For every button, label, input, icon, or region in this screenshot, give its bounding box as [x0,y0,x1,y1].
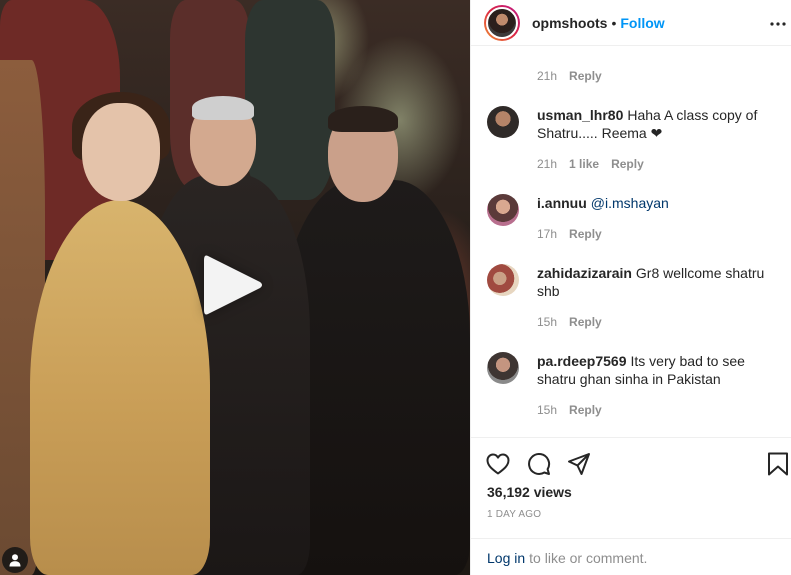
login-prompt: Log in to like or comment. [471,538,791,575]
comment-meta: 21h 1 like Reply [537,157,656,171]
save-button[interactable] [765,451,791,477]
comment-body: zahidazizarain Gr8 wellcome shatru shb [537,264,782,300]
comment-meta: 15h Reply [537,403,614,417]
reply-button[interactable]: Reply [611,157,644,171]
commenter-avatar[interactable] [487,194,519,226]
background-person [245,0,335,200]
comment-mention[interactable]: @i.mshayan [591,195,669,211]
comment-likes[interactable]: 1 like [569,157,599,171]
post-timestamp: 1 DAY AGO [487,509,542,520]
commenter-username[interactable]: usman_lhr80 [537,107,623,123]
reply-button[interactable]: Reply [569,403,602,417]
commenter-username[interactable]: pa.rdeep7569 [537,353,627,369]
comment-body: i.annuu @i.mshayan [537,194,782,212]
comment-time: 15h [537,403,558,417]
post-actions: 36,192 views 1 DAY AGO Log in to like or… [471,437,791,575]
post-side-panel: opmshoots • Follow 21h Reply usman_lhr80… [470,0,791,575]
share-icon [568,453,590,475]
comments-list[interactable]: 21h Reply usman_lhr80 Haha A class copy o… [471,47,791,437]
comment-meta: 15h Reply [537,315,614,329]
play-icon [204,255,262,315]
comment-time: 21h [537,157,558,171]
user-tag-icon [9,554,21,567]
commenter-avatar[interactable] [487,106,519,138]
follow-button[interactable]: Follow [620,15,664,31]
post-header: opmshoots • Follow [471,0,791,46]
comment-button[interactable] [526,451,552,477]
commenter-avatar[interactable] [487,264,519,296]
author-avatar[interactable] [484,4,520,41]
like-button[interactable] [485,451,511,477]
login-link[interactable]: Log in [487,550,525,566]
comment-time: 17h [537,227,558,241]
play-button[interactable] [200,252,266,318]
separator-dot: • [611,14,617,31]
reply-button[interactable]: Reply [569,227,602,241]
more-options-button[interactable] [768,14,788,34]
reply-button[interactable]: Reply [569,69,602,83]
comment-icon [528,453,551,475]
comment-body: usman_lhr80 Haha A class copy of Shatru..… [537,106,782,142]
commenter-username[interactable]: zahidazizarain [537,265,632,281]
view-count[interactable]: 36,192 views [487,484,572,500]
caption-meta: 21h Reply [537,69,614,83]
commenter-username[interactable]: i.annuu [537,195,587,211]
post-video[interactable] [0,0,470,575]
share-button[interactable] [566,451,592,477]
more-horizontal-icon [770,22,786,26]
reply-button[interactable]: Reply [569,315,602,329]
comment-body: pa.rdeep7569 Its very bad to see shatru g… [537,352,782,388]
person-face [82,103,160,201]
user-tag-button[interactable] [2,547,28,573]
seated-person [30,200,210,575]
author-username[interactable]: opmshoots [532,15,607,31]
person-hair [328,106,398,132]
comment-time: 21h [537,69,558,83]
person-hair [192,96,254,120]
heart-icon [486,453,510,475]
comment-time: 15h [537,315,558,329]
commenter-avatar[interactable] [487,352,519,384]
comment-meta: 17h Reply [537,227,614,241]
login-prompt-text: to like or comment. [529,549,648,566]
bookmark-icon [768,452,788,476]
